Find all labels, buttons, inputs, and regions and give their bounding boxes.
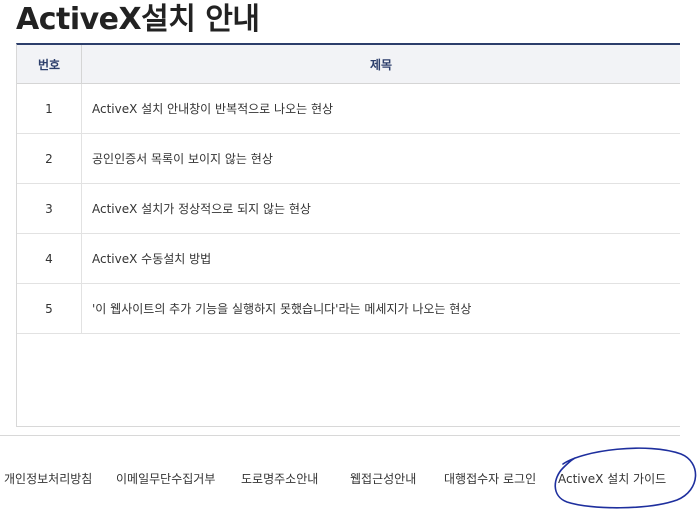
row-subject-link[interactable]: ActiveX 설치가 정상적으로 되지 않는 현상 [82, 184, 680, 233]
table-row[interactable]: 5 '이 웹사이트의 추가 기능을 실행하지 못했습니다'라는 메세지가 나오는… [17, 284, 680, 334]
column-header-number: 번호 [17, 45, 82, 83]
row-number: 1 [17, 84, 82, 133]
table-row[interactable]: 4 ActiveX 수동설치 방법 [17, 234, 680, 284]
row-subject-link[interactable]: '이 웹사이트의 추가 기능을 실행하지 못했습니다'라는 메세지가 나오는 현… [82, 284, 680, 333]
notice-board-table: 번호 제목 1 ActiveX 설치 안내창이 반복적으로 나오는 현상 2 공… [16, 43, 680, 427]
table-row[interactable]: 1 ActiveX 설치 안내창이 반복적으로 나오는 현상 [17, 84, 680, 134]
footer-link-activex-guide[interactable]: ActiveX 설치 가이드 [558, 470, 666, 487]
table-header: 번호 제목 [17, 45, 680, 84]
footer-link-web-accessibility[interactable]: 웹접근성안내 [350, 470, 416, 487]
footer-link-road-address[interactable]: 도로명주소안내 [241, 470, 318, 487]
row-subject-link[interactable]: ActiveX 수동설치 방법 [82, 234, 680, 283]
page-title: ActiveX설치 안내 [16, 2, 260, 37]
footer-link-email-refusal[interactable]: 이메일무단수집거부 [116, 470, 215, 487]
footer-nav: 개인정보처리방침 이메일무단수집거부 도로명주소안내 웹접근성안내 대행접수자 … [0, 463, 699, 493]
table-row[interactable]: 3 ActiveX 설치가 정상적으로 되지 않는 현상 [17, 184, 680, 234]
row-number: 4 [17, 234, 82, 283]
footer-divider [0, 435, 680, 436]
row-number: 2 [17, 134, 82, 183]
row-number: 5 [17, 284, 82, 333]
row-subject-link[interactable]: ActiveX 설치 안내창이 반복적으로 나오는 현상 [82, 84, 680, 133]
footer-link-agent-login[interactable]: 대행접수자 로그인 [444, 470, 536, 487]
footer-link-privacy-policy[interactable]: 개인정보처리방침 [4, 470, 92, 487]
table-row[interactable]: 2 공인인증서 목록이 보이지 않는 현상 [17, 134, 680, 184]
row-subject-link[interactable]: 공인인증서 목록이 보이지 않는 현상 [82, 134, 680, 183]
row-number: 3 [17, 184, 82, 233]
column-header-subject: 제목 [369, 57, 393, 72]
